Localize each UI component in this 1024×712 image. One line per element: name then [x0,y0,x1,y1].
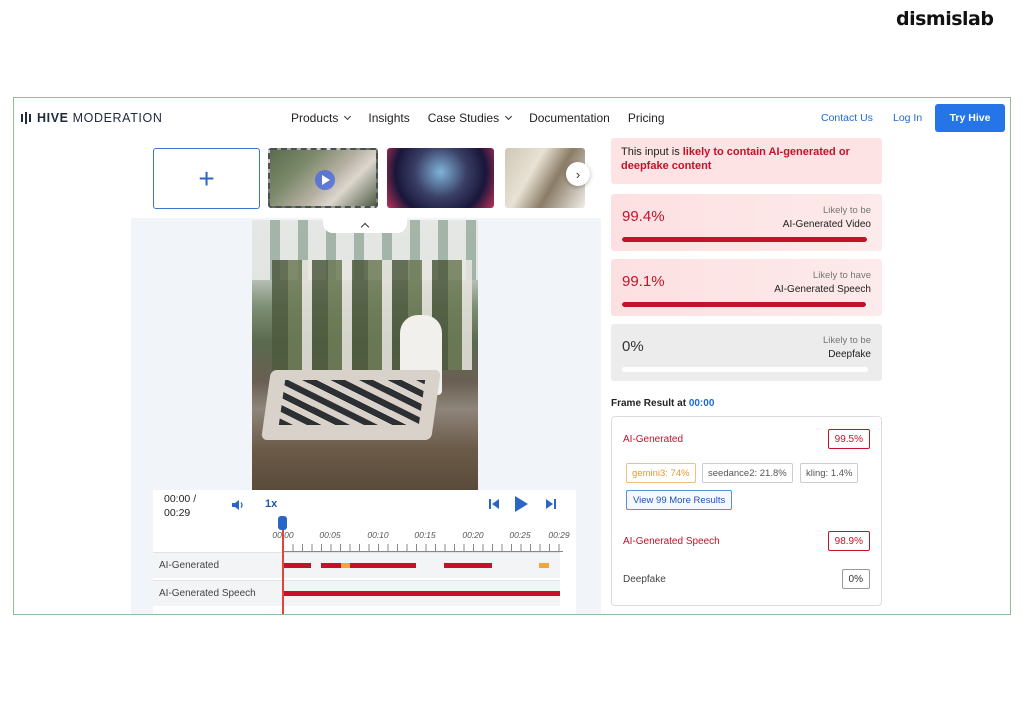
tick-label: 00:29 [548,530,570,540]
ai-generated-score-badge: 99.5% [827,429,870,449]
score-percent: 99.1% [622,273,665,290]
track-label: AI-Generated [159,560,220,571]
frame-result-heading: Frame Result at 00:00 [611,398,715,409]
score-bar [622,302,868,307]
try-hive-button[interactable]: Try Hive [935,104,1005,132]
tick-label: 00:15 [414,530,436,540]
thumbnail-sample-2[interactable] [387,148,494,208]
detection-segment [283,563,311,568]
score-card-ai-video: 99.4% Likely to be AI-Generated Video [611,194,882,251]
row-ai-generated-label: AI-Generated [623,434,684,445]
dismislab-watermark: dismislab [896,8,994,30]
play-icon [315,170,335,190]
score-category: Deepfake [828,349,871,360]
score-percent: 99.4% [622,208,665,225]
tick-label: 00:10 [367,530,389,540]
score-card-deepfake: 0% Likely to be Deepfake [611,324,882,381]
detection-segment [350,563,416,568]
score-category: AI-Generated Speech [774,284,871,295]
nav-products[interactable]: Products [291,111,352,125]
playhead-line [282,530,284,614]
track-ai-generated-speech: AI-Generated Speech [153,580,560,606]
model-chip-gemini3[interactable]: gemini3: 74% [626,463,696,483]
score-card-ai-speech: 99.1% Likely to have AI-Generated Speech [611,259,882,316]
nav-case-studies[interactable]: Case Studies [428,111,513,125]
contact-us-link[interactable]: Contact Us [821,112,873,124]
model-chip-kling[interactable]: kling: 1.4% [800,463,859,483]
thumbnail-selected-video[interactable] [268,148,378,208]
detection-segment [321,563,341,568]
frame-timestamp[interactable]: 00:00 [689,398,715,409]
nav-documentation[interactable]: Documentation [529,111,610,125]
view-more-results-button[interactable]: View 99 More Results [626,490,733,510]
logo-light: MODERATION [68,111,163,125]
detection-segment-low [539,563,549,568]
score-category: AI-Generated Video [782,219,871,230]
detection-segment [444,563,492,568]
score-percent: 0% [622,338,644,355]
video-player-controls: 00:00 / 00:29 1x 00:00 00:05 00:10 00:15… [153,490,576,614]
nav-insights[interactable]: Insights [368,111,409,125]
video-preview[interactable] [252,220,478,490]
browser-frame: HIVE MODERATION Products Insights Case S… [13,97,1011,615]
playback-speed-button[interactable]: 1x [265,498,277,510]
track-ai-generated: AI-Generated [153,552,560,578]
collapse-thumbnails-button[interactable] [323,216,407,233]
row-deepfake-label: Deepfake [623,574,666,585]
chevron-up-icon [360,222,370,231]
hive-logo[interactable]: HIVE MODERATION [21,111,162,125]
verdict-banner: This input is likely to contain AI-gener… [611,138,882,184]
upload-media-button[interactable]: + [153,148,260,209]
chevron-down-icon [505,112,513,121]
row-ai-speech-label: AI-Generated Speech [623,536,720,547]
tick-label: 00:20 [462,530,484,540]
score-bar [622,367,868,372]
score-bar [622,237,868,242]
track-label: AI-Generated Speech [159,588,256,599]
deepfake-score-badge: 0% [841,569,870,589]
nav-pricing[interactable]: Pricing [628,111,665,125]
hive-logo-icon [21,112,31,124]
tick-label: 00:25 [509,530,531,540]
skip-forward-icon[interactable] [544,498,558,510]
plus-icon: + [198,162,215,194]
ai-speech-score-badge: 98.9% [827,531,870,551]
skip-back-icon[interactable] [487,498,501,510]
nav-menu: Products Insights Case Studies Documenta… [291,111,683,125]
top-navbar: HIVE MODERATION Products Insights Case S… [14,98,1010,138]
logo-bold: HIVE [37,111,69,125]
timeline-ruler[interactable]: 00:00 00:05 00:10 00:15 00:20 00:25 00:2… [272,530,570,552]
log-in-link[interactable]: Log In [893,112,922,124]
chevron-right-icon[interactable]: › [566,162,590,186]
play-button-icon[interactable] [513,495,529,513]
volume-icon[interactable] [231,499,245,511]
time-display: 00:00 / 00:29 [164,493,197,519]
playhead-handle[interactable] [278,516,287,530]
frame-result-panel: AI-Generated 99.5% gemini3: 74% seedance… [611,416,882,606]
chevron-down-icon [344,112,352,121]
detection-segment-low [341,563,350,568]
model-chip-seedance2[interactable]: seedance2: 21.8% [702,463,793,483]
detection-segment [283,591,560,596]
tick-label: 00:05 [319,530,341,540]
